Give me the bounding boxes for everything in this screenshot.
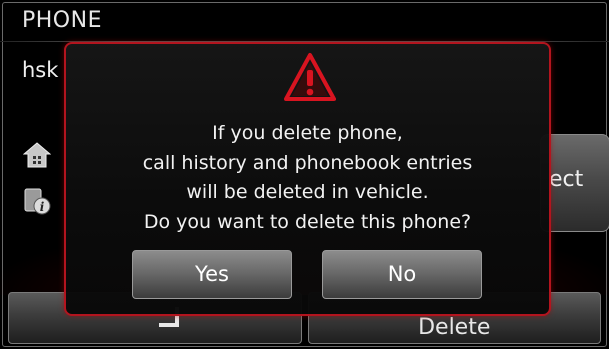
device-name: hsk — [22, 58, 59, 82]
home-icon[interactable] — [22, 140, 52, 170]
warning-triangle-icon — [284, 53, 336, 101]
delete-button-label: Delete — [418, 315, 491, 340]
yes-button[interactable]: Yes — [132, 250, 292, 299]
dialog-message-line: will be deleted in vehicle. — [186, 181, 429, 203]
svg-text:i: i — [40, 200, 45, 214]
background-select-button-label: ect — [549, 167, 584, 192]
dialog-message-line: If you delete phone, — [212, 122, 403, 144]
screen: PHONE hsk i ect Delete If you delete pho… — [0, 0, 609, 349]
dialog-message-line: Do you want to delete this phone? — [143, 210, 472, 233]
dialog-message: If you delete phone, call history and ph… — [66, 119, 549, 237]
page-title: PHONE — [22, 8, 102, 33]
no-button[interactable]: No — [322, 250, 482, 299]
dialog-message-line: call history and phonebook entries — [142, 151, 473, 174]
info-icon-graphic: i — [24, 188, 51, 215]
delete-confirmation-dialog: If you delete phone, call history and ph… — [64, 42, 551, 316]
home-icon-graphic — [23, 142, 51, 168]
info-icon[interactable]: i — [22, 186, 52, 216]
